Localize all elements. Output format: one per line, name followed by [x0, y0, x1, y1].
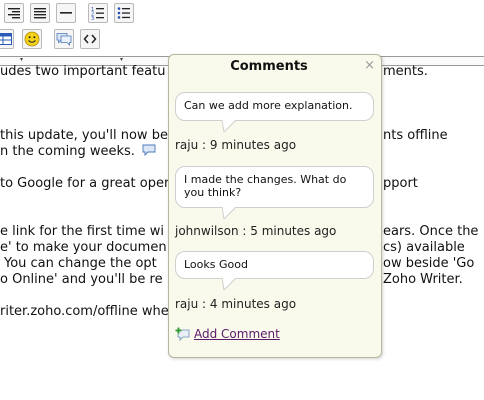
ruler-marker-left: ▾	[20, 56, 24, 63]
bullet-list-button[interactable]	[114, 3, 134, 23]
add-comment-control[interactable]: Add Comment	[175, 327, 280, 341]
comments-popup: Comments × Can we add more explanation. …	[168, 54, 382, 358]
doc-line: riter.zoho.com/offline whe	[0, 304, 169, 319]
add-comment-icon	[175, 327, 190, 341]
horizontal-rule-icon	[60, 12, 72, 14]
insert-table-button[interactable]	[0, 29, 14, 49]
comment-bubble: I made the changes. What do you think?	[175, 166, 374, 220]
insert-smiley-button[interactable]	[22, 29, 42, 49]
doc-line: nts offline	[383, 128, 448, 143]
add-comment-link[interactable]: Add Comment	[194, 327, 280, 341]
numbered-list-icon: 1 2 3	[91, 7, 104, 20]
comment-text: Can we add more explanation.	[184, 99, 353, 112]
inline-comment-icon[interactable]	[142, 144, 156, 157]
comment-author: raju : 4 minutes ago	[175, 297, 297, 311]
bubble-tail	[222, 207, 236, 220]
ruler-marker-right: ▾	[120, 56, 124, 63]
bullet-list-icon	[117, 7, 130, 19]
justify-icon	[34, 8, 46, 19]
code-icon	[83, 34, 97, 44]
comments-popup-title: Comments	[230, 59, 308, 74]
align-right-button[interactable]	[4, 3, 24, 23]
horizontal-rule-button[interactable]	[56, 3, 76, 23]
bubble-tail	[222, 278, 236, 291]
close-icon[interactable]: ×	[364, 58, 375, 73]
doc-line: ears. Once the	[383, 224, 479, 239]
doc-line: o Online' and you'll be re	[0, 272, 163, 287]
align-right-icon	[8, 8, 20, 19]
justify-button[interactable]	[30, 3, 50, 23]
comment-icon	[56, 33, 72, 46]
svg-text:3: 3	[91, 16, 94, 20]
doc-line: e link for the first time wi	[0, 224, 165, 239]
doc-line: pport	[383, 176, 418, 191]
comment-text: Looks Good	[184, 258, 248, 271]
html-source-button[interactable]	[80, 29, 100, 49]
doc-line: e' to make your documen	[0, 240, 167, 255]
comment-bubble: Can we add more explanation.	[175, 92, 374, 133]
doc-line-text: n the coming weeks.	[0, 144, 135, 159]
comment-text: I made the changes. What do you think?	[184, 173, 347, 199]
smiley-icon	[24, 31, 40, 47]
doc-line: this update, you'll now be	[0, 128, 168, 143]
comment-author: johnwilson : 5 minutes ago	[175, 224, 337, 238]
comment-bubble: Looks Good	[175, 251, 374, 291]
doc-line: You can change the opt	[4, 256, 157, 271]
doc-line: cs) available	[383, 240, 465, 255]
table-icon	[0, 33, 12, 45]
bubble-tail	[222, 120, 236, 133]
doc-line: to Google for a great oper	[0, 176, 170, 191]
comment-author: raju : 9 minutes ago	[175, 138, 297, 152]
doc-line: n the coming weeks.	[0, 144, 156, 160]
comment-button[interactable]	[54, 29, 74, 49]
doc-line: Zoho Writer.	[383, 272, 463, 287]
doc-line: ments.	[383, 64, 428, 79]
doc-line: ow beside 'Go	[383, 256, 475, 271]
numbered-list-button[interactable]: 1 2 3	[88, 3, 108, 23]
doc-line: udes two important featu	[0, 64, 166, 79]
